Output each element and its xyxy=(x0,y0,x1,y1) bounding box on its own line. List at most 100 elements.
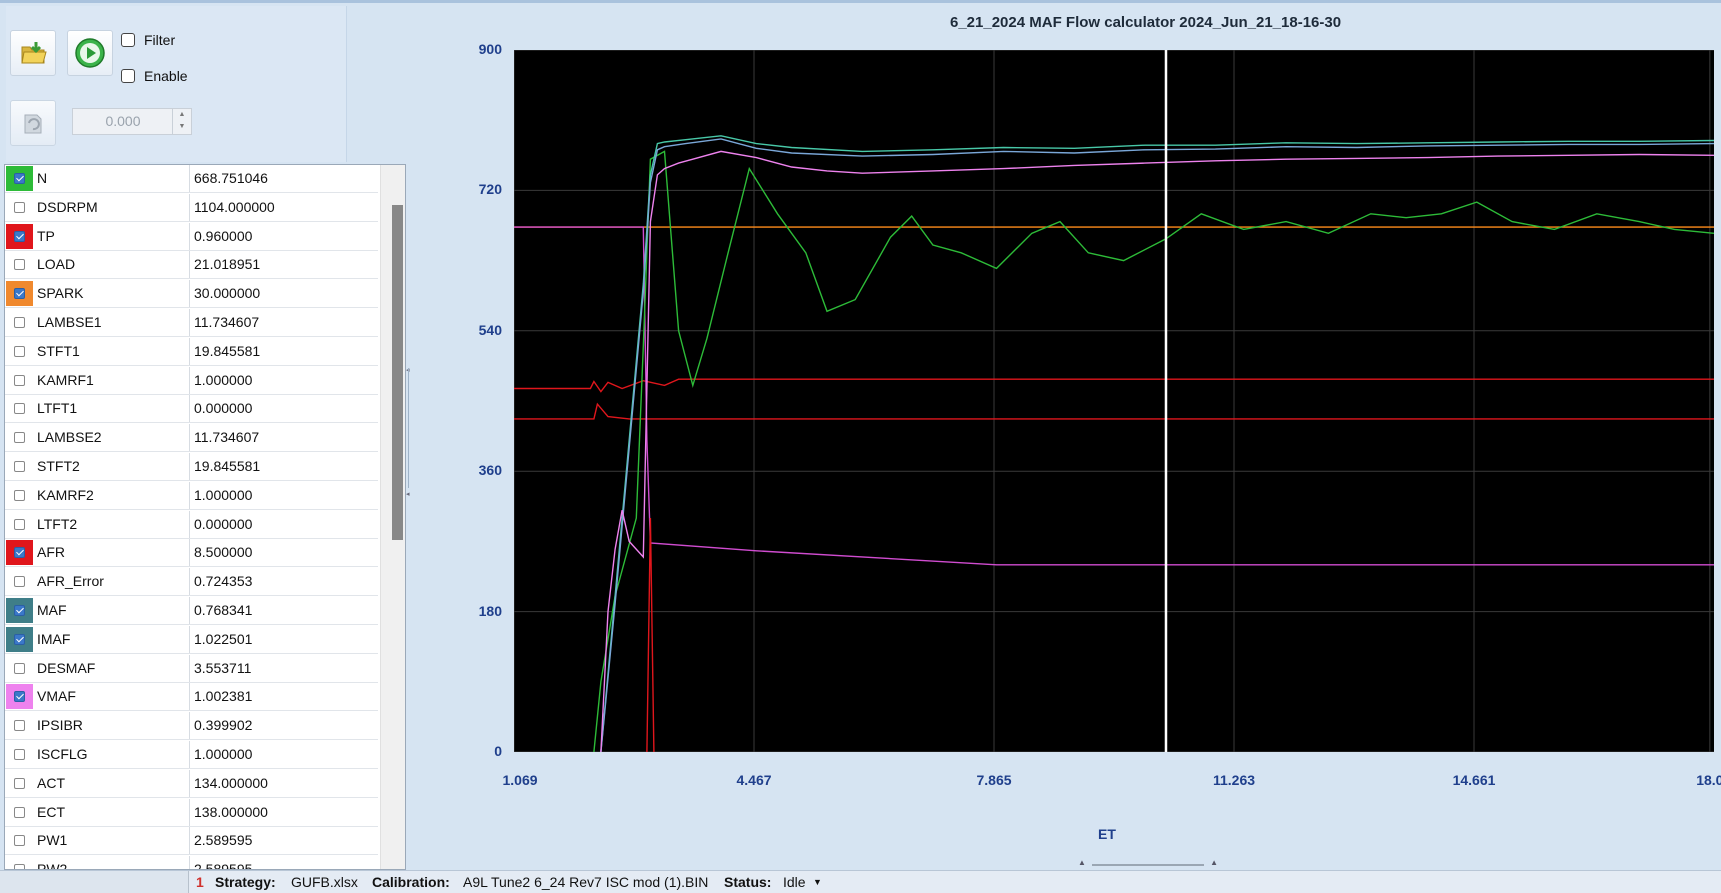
chart-plot[interactable] xyxy=(514,50,1714,752)
variable-row[interactable]: LOAD 21.018951 xyxy=(5,251,378,280)
column-separator xyxy=(189,165,190,192)
y-tick-label: 180 xyxy=(478,602,502,619)
y-tick-label: 900 xyxy=(478,41,502,57)
variable-row[interactable]: ACT 134.000000 xyxy=(5,769,378,798)
variable-row[interactable]: AFR 8.500000 xyxy=(5,539,378,568)
panel-splitter[interactable]: ◂ ◂ xyxy=(406,360,412,500)
variable-checkbox[interactable] xyxy=(14,576,25,588)
chart-horizontal-scrollbar[interactable]: ▲ ▲ xyxy=(1078,858,1218,868)
variable-checkbox[interactable] xyxy=(14,374,25,386)
variable-row[interactable]: ISCFLG 1.000000 xyxy=(5,741,378,769)
variable-checkbox[interactable] xyxy=(14,633,25,645)
variable-checkbox[interactable] xyxy=(14,777,25,789)
variable-checkbox[interactable] xyxy=(14,489,25,501)
column-separator xyxy=(189,424,190,452)
variable-checkbox[interactable] xyxy=(14,461,25,472)
variable-row[interactable]: MAF 0.768341 xyxy=(5,597,378,625)
variable-checkbox[interactable] xyxy=(14,835,25,847)
x-tick-label: 1.069 xyxy=(502,772,538,788)
x-tick-label: 18.0 xyxy=(1696,772,1721,788)
variable-name: ACT xyxy=(37,774,65,791)
column-separator xyxy=(189,856,190,869)
variable-checkbox[interactable] xyxy=(14,547,25,559)
reset-button[interactable] xyxy=(10,100,56,146)
list-scrollbar[interactable] xyxy=(380,165,405,869)
variable-row[interactable]: LAMBSE2 11.734607 xyxy=(5,424,378,453)
strategy-value[interactable]: GUFB.xlsx xyxy=(291,874,358,890)
calibration-value[interactable]: A9L Tune2 6_24 Rev7 ISC mod (1).BIN xyxy=(463,874,708,890)
variable-checkbox[interactable] xyxy=(14,605,25,616)
variable-row[interactable]: VMAF 1.002381 xyxy=(5,683,378,712)
spinbox-arrows[interactable]: ▲ ▼ xyxy=(172,109,191,134)
column-separator xyxy=(189,251,190,279)
value-spinbox[interactable]: 0.000 ▲ ▼ xyxy=(72,108,192,135)
variable-row[interactable]: SPARK 30.000000 xyxy=(5,280,378,309)
variable-row[interactable]: LAMBSE1 11.734607 xyxy=(5,309,378,337)
variable-name: DESMAF xyxy=(37,659,96,676)
variable-name: KAMRF1 xyxy=(37,371,94,388)
variable-value: 1.000000 xyxy=(194,486,253,503)
variable-value: 19.845581 xyxy=(194,458,261,474)
variable-checkbox[interactable] xyxy=(14,230,25,242)
spin-down-icon[interactable]: ▼ xyxy=(173,121,191,133)
variable-value: 138.000000 xyxy=(194,803,268,820)
enable-checkbox[interactable]: Enable xyxy=(121,68,188,84)
variable-row[interactable]: AFR_Error 0.724353 xyxy=(5,568,378,597)
variable-checkbox[interactable] xyxy=(14,662,25,674)
variable-checkbox[interactable] xyxy=(14,749,25,760)
status-index: 1 xyxy=(196,874,204,890)
filter-checkbox[interactable]: Filter xyxy=(121,32,175,48)
variable-name: PW2 xyxy=(37,861,68,870)
variable-checkbox[interactable] xyxy=(14,691,25,703)
column-separator xyxy=(189,827,190,855)
spin-up-icon[interactable]: ▲ xyxy=(173,109,191,121)
variable-row[interactable]: ECT 138.000000 xyxy=(5,798,378,827)
scroll-right-icon[interactable]: ▲ xyxy=(1210,858,1218,867)
variable-checkbox[interactable] xyxy=(14,432,25,444)
variable-row[interactable]: IMAF 1.022501 xyxy=(5,625,378,654)
variable-checkbox[interactable] xyxy=(14,317,25,328)
variable-row[interactable]: KAMRF2 1.000000 xyxy=(5,481,378,510)
variable-value: 0.000000 xyxy=(194,400,253,417)
variable-row[interactable]: PW1 2.589595 xyxy=(5,827,378,856)
variable-value: 1.022501 xyxy=(194,630,253,647)
variable-row[interactable]: N 668.751046 xyxy=(5,165,378,193)
variable-value: 2.589595 xyxy=(194,861,253,870)
variable-row[interactable]: IPSIBR 0.399902 xyxy=(5,712,378,741)
variable-row[interactable]: PW2 2.589595 xyxy=(5,856,378,870)
variable-checkbox[interactable] xyxy=(14,518,25,530)
reset-icon xyxy=(24,114,42,134)
variable-checkbox[interactable] xyxy=(14,403,25,415)
list-scrollbar-thumb[interactable] xyxy=(392,205,403,540)
variable-value: 0.399902 xyxy=(194,717,253,734)
enable-label: Enable xyxy=(144,68,188,84)
variable-row[interactable]: LTFT1 0.000000 xyxy=(5,395,378,424)
scroll-track[interactable] xyxy=(1092,864,1204,866)
play-button[interactable] xyxy=(67,30,113,76)
variable-row[interactable]: DESMAF 3.553711 xyxy=(5,654,378,683)
play-icon xyxy=(75,38,105,68)
variable-name: ECT xyxy=(37,803,65,820)
variable-row[interactable]: KAMRF1 1.000000 xyxy=(5,366,378,395)
variable-checkbox[interactable] xyxy=(14,259,25,271)
scroll-left-icon[interactable]: ▲ xyxy=(1078,858,1086,867)
variable-row[interactable]: LTFT2 0.000000 xyxy=(5,510,378,539)
open-file-button[interactable] xyxy=(10,30,56,76)
variable-row[interactable]: STFT2 19.845581 xyxy=(5,453,378,481)
variable-value: 3.553711 xyxy=(194,659,252,676)
variable-checkbox[interactable] xyxy=(14,806,25,818)
enable-checkbox-box[interactable] xyxy=(121,69,135,83)
variable-value: 11.734607 xyxy=(194,314,260,330)
variable-checkbox[interactable] xyxy=(14,345,25,357)
status-value[interactable]: Idle xyxy=(783,874,806,890)
status-dropdown-icon[interactable]: ▼ xyxy=(813,877,822,887)
variable-checkbox[interactable] xyxy=(14,288,25,300)
variable-row[interactable]: STFT1 19.845581 xyxy=(5,337,378,366)
variable-checkbox[interactable] xyxy=(14,720,25,732)
variable-checkbox[interactable] xyxy=(14,173,25,184)
spinbox-value[interactable]: 0.000 xyxy=(73,109,173,134)
variable-checkbox[interactable] xyxy=(14,201,25,213)
variable-row[interactable]: DSDRPM 1104.000000 xyxy=(5,193,378,222)
filter-checkbox-box[interactable] xyxy=(121,33,135,47)
variable-row[interactable]: TP 0.960000 xyxy=(5,222,378,251)
